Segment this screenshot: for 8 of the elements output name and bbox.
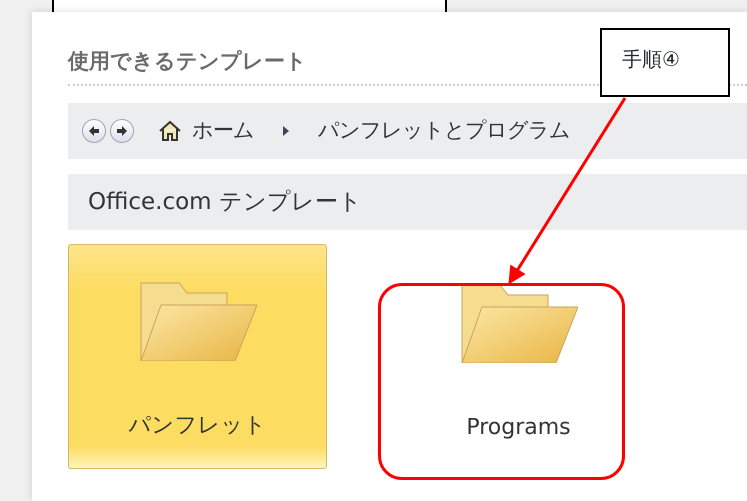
section-header: Office.com テンプレート (68, 174, 747, 230)
callout-label: 手順④ (600, 28, 730, 97)
template-label: パンフレット (128, 412, 266, 440)
breadcrumb-current[interactable]: パンフレットとプログラム (318, 115, 570, 147)
template-label: Programs (466, 414, 571, 442)
template-tile[interactable]: Programs (389, 244, 648, 469)
home-link[interactable]: ホーム (192, 115, 254, 147)
template-tile[interactable]: パンフレット (68, 244, 327, 469)
